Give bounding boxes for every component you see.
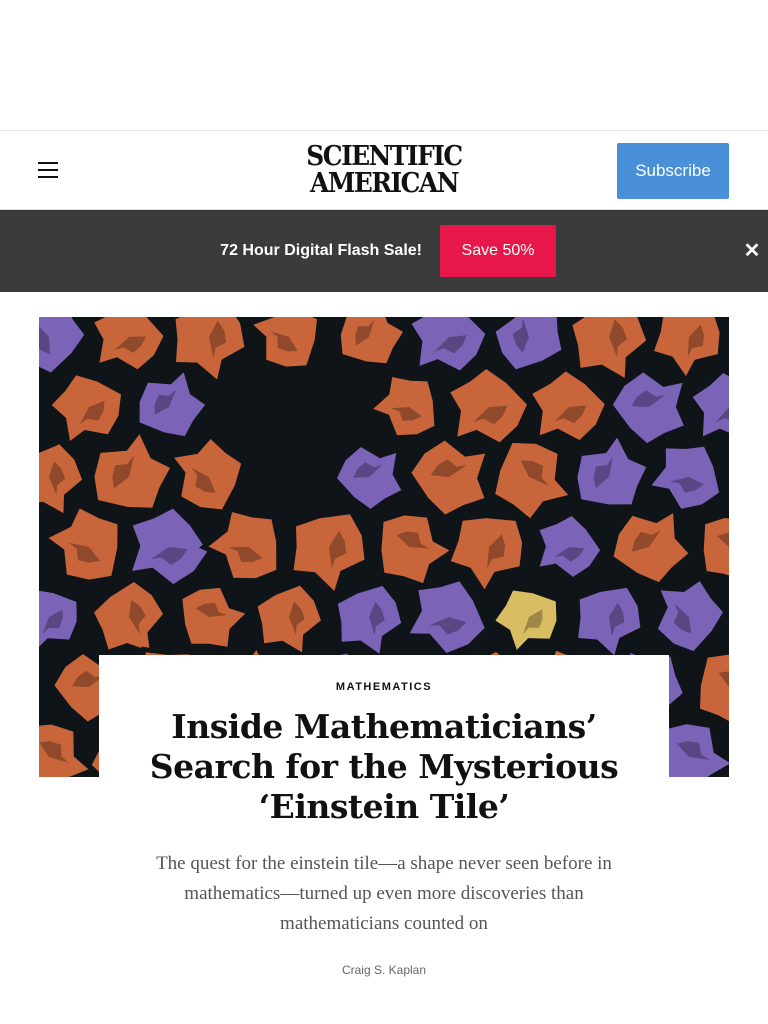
article-byline[interactable]: Craig S. Kaplan [99, 963, 669, 977]
promo-text: 72 Hour Digital Flash Sale! [220, 242, 422, 259]
close-icon[interactable]: ✕ [741, 240, 763, 262]
site-logo[interactable]: SCIENTIFIC AMERICAN [292, 143, 476, 199]
article-category[interactable]: MATHEMATICS [99, 681, 669, 693]
subscribe-button[interactable]: Subscribe [617, 143, 729, 199]
logo-line-1: SCIENTIFIC [306, 141, 463, 172]
site-header: SCIENTIFIC AMERICAN Subscribe [0, 131, 768, 210]
ad-space [0, 0, 768, 131]
article-summary: The quest for the einstein tile—a shape … [156, 853, 612, 934]
save-50-button[interactable]: Save 50% [440, 225, 556, 277]
hamburger-menu-icon[interactable] [36, 158, 62, 182]
logo-line-2: AMERICAN [310, 168, 459, 199]
article-card: MATHEMATICS Inside Mathematicians’ Searc… [99, 655, 669, 1024]
hat-tile [698, 512, 729, 581]
article-headline: Inside Mathematicians’ Search for the My… [149, 707, 619, 826]
promo-banner: 72 Hour Digital Flash Sale! Save 50% ✕ [0, 210, 768, 292]
